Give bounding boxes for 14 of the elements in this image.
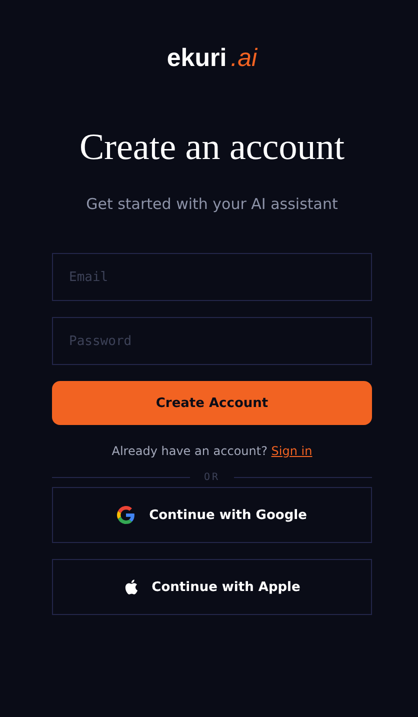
input-field[interactable]: Password	[52, 317, 372, 365]
sign-in-link[interactable]: Sign in	[271, 444, 312, 458]
create-account-button[interactable]: Create Account	[52, 381, 372, 425]
page-title: Create an account	[78, 126, 346, 170]
sign-in-prompt: Already have an account? Sign in	[110, 443, 314, 459]
apple-icon	[124, 579, 138, 595]
input-field[interactable]: Email	[52, 253, 372, 301]
divider-label: OR	[204, 472, 220, 482]
apple-sign-in-button[interactable]: Continue with Apple	[52, 559, 372, 615]
brand-suffix: .ai	[230, 44, 258, 73]
google-icon	[117, 506, 136, 524]
brand-name: ekuri	[166, 44, 227, 73]
google-sign-in-button[interactable]: Continue with Google	[52, 487, 372, 543]
subtitle: Get started with your AI assistant	[85, 194, 339, 214]
